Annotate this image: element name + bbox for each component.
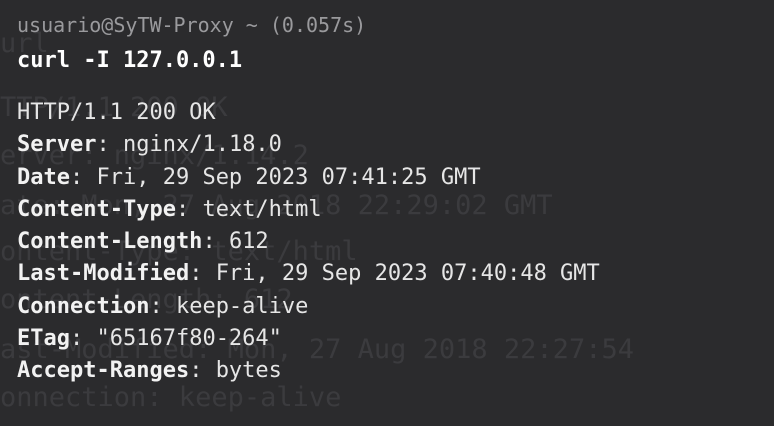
- header-line: Server: nginx/1.18.0: [17, 132, 282, 158]
- header-value: Fri, 29 Sep 2023 07:41:25 GMT: [96, 164, 481, 190]
- header-value: text/html: [202, 196, 322, 222]
- prompt-line: usuario@SyTW-Proxy ~ (0.057s): [17, 10, 767, 40]
- header-key: Server: [17, 132, 97, 158]
- header-line: Accept-Ranges: bytes: [17, 358, 282, 384]
- header-key: ETag: [17, 326, 70, 352]
- terminal-window[interactable]: url TTP/1.1 200 OK erver: nginx/1.14.2 a…: [0, 0, 774, 426]
- command-line[interactable]: curl -I 127.0.0.1: [17, 45, 767, 77]
- prompt-user-host: usuario@SyTW-Proxy: [17, 13, 234, 37]
- header-line: ETag: "65167f80-264": [17, 326, 282, 352]
- header-key: Connection: [17, 293, 150, 319]
- command-output: HTTP/1.1 200 OK Server: nginx/1.18.0 Dat…: [17, 97, 767, 388]
- header-value: keep-alive: [175, 293, 309, 319]
- header-key: Accept-Ranges: [17, 358, 190, 384]
- header-key: Content-Length: [17, 229, 203, 255]
- header-value: "65167f80-264": [96, 326, 282, 352]
- header-value: bytes: [215, 358, 282, 384]
- header-line: Last-Modified: Fri, 29 Sep 2023 07:40:48…: [17, 261, 600, 287]
- header-key: Date: [17, 164, 70, 190]
- prompt-cwd: ~: [245, 13, 258, 37]
- header-line: Connection: keep-alive: [17, 293, 309, 319]
- header-key: Last-Modified: [17, 261, 190, 287]
- http-status-line: HTTP/1.1 200 OK: [17, 100, 216, 125]
- header-line: Content-Type: text/html: [17, 196, 322, 222]
- header-value: Fri, 29 Sep 2023 07:40:48 GMT: [215, 261, 600, 287]
- prompt-duration: (0.057s): [269, 13, 367, 37]
- terminal-content: usuario@SyTW-Proxy ~ (0.057s) curl -I 12…: [17, 10, 767, 388]
- header-line: Content-Length: 612: [17, 229, 269, 255]
- header-value: 612: [228, 229, 269, 255]
- header-value: nginx/1.18.0: [122, 132, 282, 158]
- header-line: Date: Fri, 29 Sep 2023 07:41:25 GMT: [17, 164, 481, 190]
- header-key: Content-Type: [17, 196, 176, 222]
